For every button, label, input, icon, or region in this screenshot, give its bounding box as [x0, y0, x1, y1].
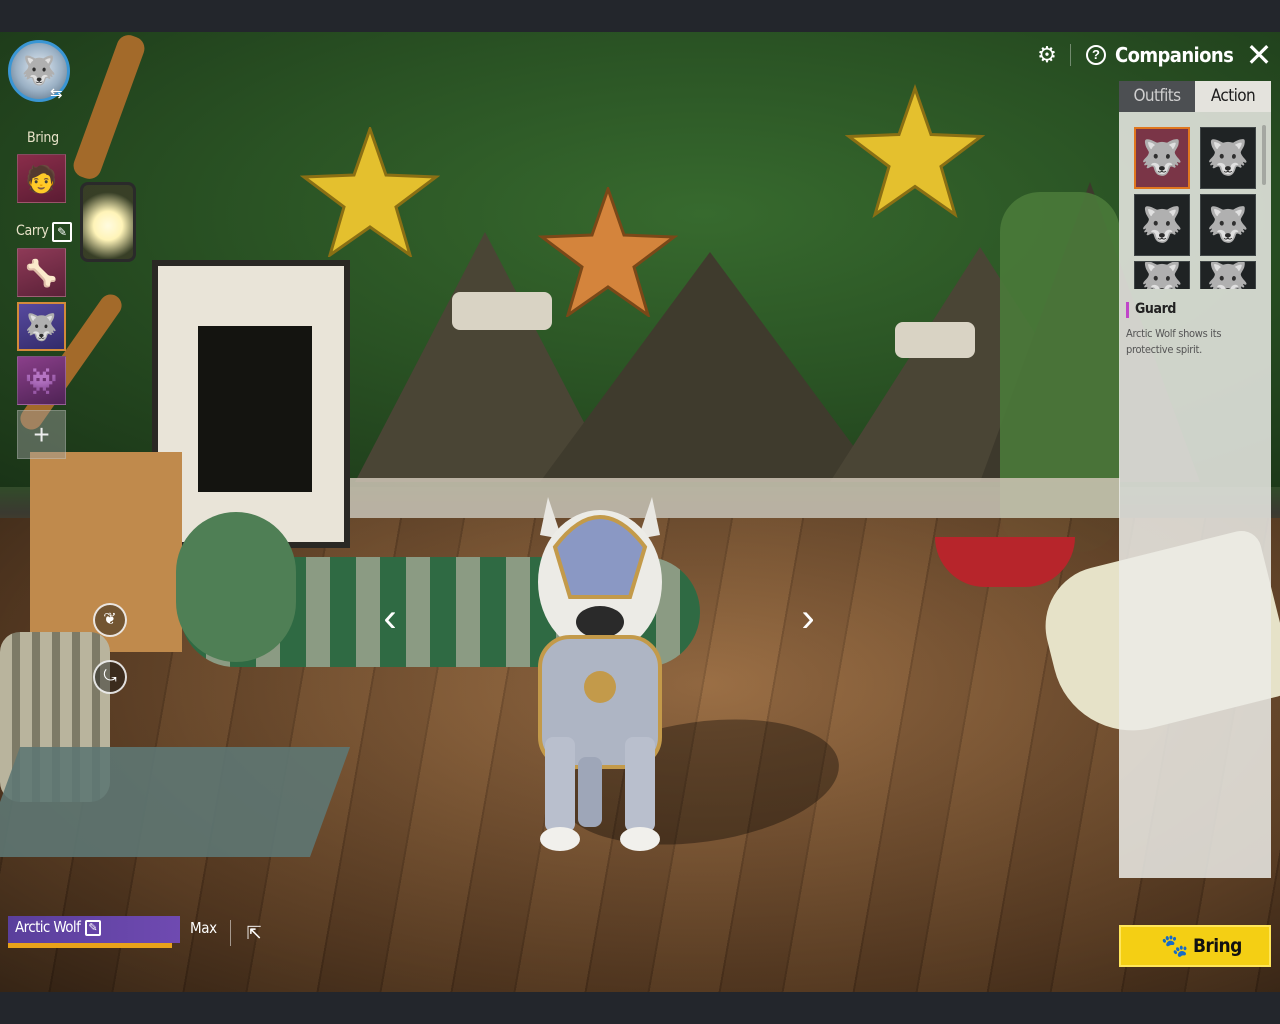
- wolf-standing-icon: 🐺: [1206, 139, 1250, 177]
- companion-name: Arctic Wolf: [15, 918, 81, 936]
- companion-level: Max: [190, 919, 217, 937]
- wolf-lie-icon: 🐺: [1140, 261, 1184, 289]
- page-title: Companions: [1115, 43, 1234, 67]
- action-tile[interactable]: 🐺: [1200, 127, 1256, 189]
- action-tile[interactable]: 🐺: [1200, 194, 1256, 256]
- wolf-guard-icon: 🐺: [1140, 139, 1184, 177]
- next-companion-button[interactable]: ›: [788, 596, 828, 640]
- rotate-icon: ⤿: [103, 668, 117, 685]
- wolf-sit-icon: 🐺: [1206, 261, 1250, 289]
- top-letterbox: [0, 0, 1280, 32]
- paw-icon: 🐾: [1161, 933, 1189, 958]
- companion-scene: [0, 32, 1280, 992]
- close-icon[interactable]: ✕: [1244, 39, 1274, 71]
- edit-icon[interactable]: ✎: [85, 920, 101, 936]
- bar-divider: [230, 920, 231, 946]
- rotate-button[interactable]: ⤿: [93, 660, 127, 694]
- star-lamp: [538, 187, 678, 317]
- cloud-decal: [895, 322, 975, 358]
- bring-slot[interactable]: 🧑: [17, 154, 66, 203]
- wolf-companion-icon: 🐺: [25, 311, 58, 342]
- wolf-howl-icon: 🐺: [1140, 206, 1184, 244]
- action-grid-scrollbar[interactable]: [1262, 125, 1266, 185]
- bring-label: Bring: [27, 130, 59, 146]
- tab-action[interactable]: Action: [1195, 81, 1271, 112]
- pirate-companion-icon: 🧑: [25, 163, 58, 194]
- lantern: [80, 182, 136, 262]
- action-grid: 🐺 🐺 🐺 🐺 🐺 🐺: [1132, 125, 1260, 289]
- description-marker: [1126, 302, 1129, 318]
- carry-slot-2[interactable]: 🐺: [17, 302, 66, 351]
- baseboard: [340, 478, 1120, 518]
- add-companion-button[interactable]: +: [17, 410, 66, 459]
- bring-button[interactable]: 🐾 Bring: [1119, 925, 1271, 967]
- swap-icon[interactable]: ⇆: [50, 86, 70, 102]
- level-progress-bar: [8, 943, 172, 948]
- bring-button-label: Bring: [1193, 935, 1242, 957]
- armored-beast-icon: 🦴: [25, 257, 58, 288]
- action-tile[interactable]: 🐺: [1134, 194, 1190, 256]
- carry-slot-3[interactable]: 👾: [17, 356, 66, 405]
- goblin-companion-icon: 👾: [25, 365, 58, 396]
- tab-outfits[interactable]: Outfits: [1119, 81, 1195, 112]
- edit-icon[interactable]: ✎: [52, 222, 72, 242]
- star-lamp: [845, 84, 985, 219]
- action-title: Guard: [1135, 301, 1177, 317]
- bottom-letterbox: [0, 992, 1280, 1024]
- action-tile[interactable]: 🐺: [1134, 261, 1190, 289]
- star-lamp: [300, 127, 440, 257]
- carry-slot-1[interactable]: 🦴: [17, 248, 66, 297]
- share-icon[interactable]: ⇱: [243, 922, 265, 944]
- panel-tabs: Outfits Action: [1119, 81, 1271, 112]
- action-description: Arctic Wolf shows its protective spirit.: [1126, 327, 1222, 356]
- rug: [0, 747, 351, 857]
- previous-companion-button[interactable]: ‹: [370, 596, 410, 640]
- header-divider: [1070, 44, 1071, 66]
- action-tile[interactable]: 🐺: [1200, 261, 1256, 289]
- wolf-portrait-icon: 🐺: [21, 55, 57, 86]
- arctic-wolf-model[interactable]: [500, 487, 700, 857]
- carry-label: Carry: [16, 223, 49, 239]
- pose-button[interactable]: ❦: [93, 603, 127, 637]
- pose-icon: ❦: [103, 611, 117, 628]
- question-icon[interactable]: ?: [1086, 45, 1106, 65]
- cloud-decal: [452, 292, 552, 330]
- snake-plush-head: [176, 512, 296, 662]
- gear-icon[interactable]: ⚙: [1035, 43, 1059, 67]
- action-tile-guard[interactable]: 🐺: [1134, 127, 1190, 189]
- wolf-attack-icon: 🐺: [1206, 206, 1250, 244]
- frame-artwork: [198, 326, 312, 492]
